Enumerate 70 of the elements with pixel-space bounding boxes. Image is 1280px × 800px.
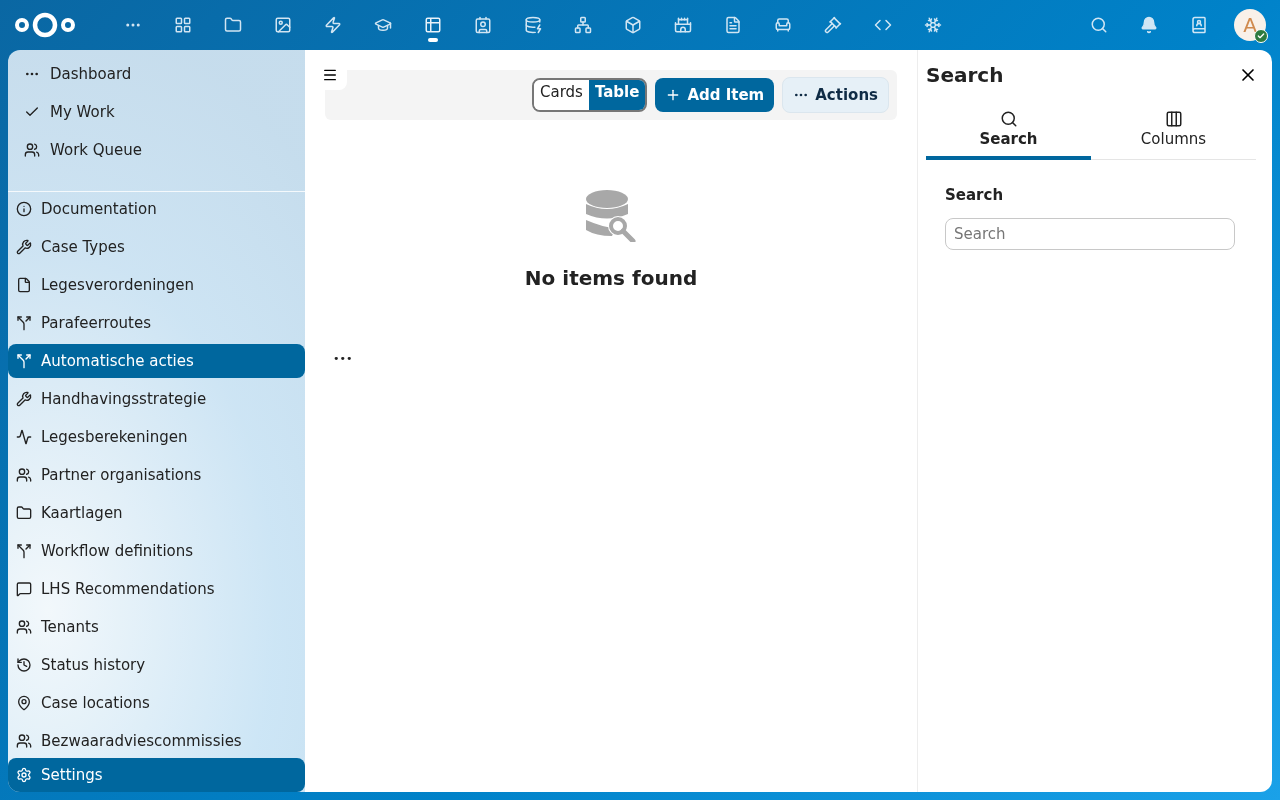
add-item-button[interactable]: Add Item — [655, 78, 775, 112]
nav-item[interactable]: Documentation — [8, 192, 306, 227]
grid-icon[interactable] — [174, 16, 192, 34]
nav-item[interactable]: Tenants — [8, 610, 306, 645]
lightning-icon[interactable] — [324, 16, 342, 34]
folder-icon[interactable] — [224, 16, 242, 34]
nav-item[interactable]: Workflow definitions — [8, 534, 306, 569]
nav-item[interactable]: Work Queue — [8, 131, 306, 169]
nav-item[interactable]: Legesberekeningen — [8, 420, 306, 455]
wrench-icon — [16, 239, 32, 256]
image-icon[interactable] — [274, 16, 292, 34]
castle-icon[interactable] — [674, 16, 692, 34]
settings-icon — [16, 767, 32, 784]
map-pin-icon — [16, 695, 32, 712]
more-options-button[interactable]: ••• — [333, 352, 353, 365]
pulse-icon — [16, 429, 32, 446]
nav-item[interactable]: Automatische acties — [8, 344, 306, 379]
nav-item[interactable]: Bezwaaradviescommissies — [8, 724, 306, 759]
nav-item[interactable]: Case locations — [8, 686, 306, 721]
people-icon — [16, 619, 32, 636]
people-icon — [16, 467, 32, 484]
nav-item[interactable]: LHS Recommendations — [8, 572, 306, 607]
route-icon — [16, 543, 32, 560]
document-icon[interactable] — [724, 16, 742, 34]
people-icon — [24, 142, 40, 158]
contacts-icon[interactable] — [1190, 16, 1208, 34]
people-icon — [16, 733, 32, 750]
menu-icon — [322, 67, 339, 83]
search-icon[interactable] — [1090, 16, 1108, 34]
table-icon[interactable] — [424, 16, 442, 34]
nav-item[interactable]: My Work — [8, 93, 306, 131]
columns-icon — [1164, 110, 1183, 128]
bell-icon[interactable] — [1140, 16, 1158, 34]
network-icon[interactable] — [574, 16, 592, 34]
wrench-icon — [16, 391, 32, 408]
cube-icon[interactable] — [624, 16, 642, 34]
comment-icon — [16, 581, 32, 598]
folder-icon — [16, 505, 32, 522]
active-indicator — [428, 38, 438, 42]
actions-button[interactable]: Actions — [782, 77, 889, 113]
database-icon[interactable] — [524, 16, 542, 34]
database-search-icon — [586, 190, 637, 242]
route-icon — [16, 315, 32, 332]
logo-icon[interactable] — [14, 11, 76, 39]
settings-item[interactable]: Settings — [8, 758, 306, 792]
view-toggle-option[interactable]: Table — [588, 80, 646, 110]
info-icon — [16, 201, 32, 218]
field-label: Search — [945, 186, 1005, 204]
contacts-icon[interactable] — [474, 16, 492, 34]
nav-item[interactable]: Case Types — [8, 230, 306, 265]
nav-item[interactable]: Legesverordeningen — [8, 268, 306, 303]
nav-item[interactable]: Handhavingsstrategie — [8, 382, 306, 417]
panel-tab[interactable]: Columns — [1091, 100, 1256, 160]
search-field[interactable]: Search — [945, 218, 1235, 250]
gavel-icon[interactable] — [824, 16, 842, 34]
view-toggle-option[interactable]: Cards — [534, 80, 589, 110]
nav-item[interactable]: Status history — [8, 648, 306, 683]
graduation-cap-icon[interactable] — [374, 16, 392, 34]
snowflake-icon[interactable] — [924, 16, 942, 34]
route-icon — [16, 353, 32, 370]
nav-item[interactable]: Parafeerroutes — [8, 306, 306, 341]
nav-item[interactable]: Kaartlagen — [8, 496, 306, 531]
search-icon — [999, 110, 1018, 128]
nav-item[interactable]: Dashboard — [8, 55, 306, 93]
nav-item[interactable]: Partner organisations — [8, 458, 306, 493]
panel-tab[interactable]: Search — [926, 100, 1091, 160]
empty-state-text: No items found — [524, 266, 698, 290]
document-icon — [16, 277, 32, 294]
history-icon — [16, 657, 32, 674]
panel-title: Search — [926, 63, 1004, 87]
